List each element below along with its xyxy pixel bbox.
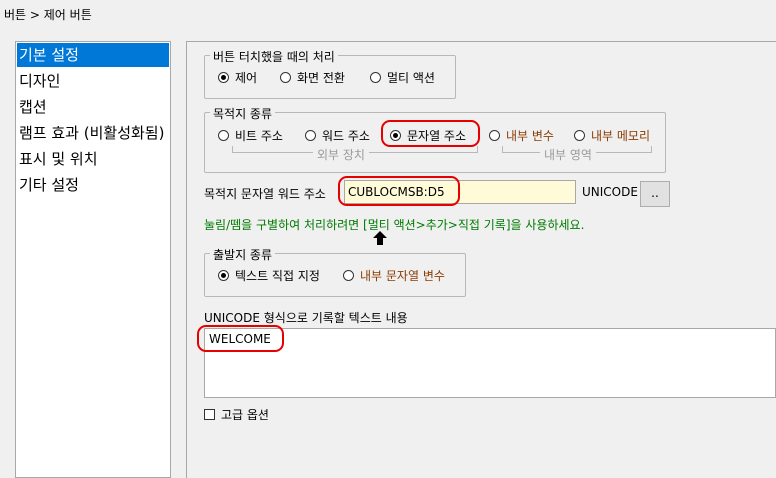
sidebar-item-lamp-effect[interactable]: 램프 효과 (비활성화됨) (17, 121, 169, 145)
touch-action-legend: 버튼 터치했을 때의 처리 (210, 48, 338, 65)
up-arrow-icon (373, 231, 387, 245)
radio-dot (218, 270, 229, 281)
sidebar: 기본 설정 디자인 캡션 램프 효과 (비활성화됨) 표시 및 위치 기타 설정 (15, 41, 171, 478)
radio-control[interactable]: 제어 (218, 69, 257, 86)
destination-type-legend: 목적지 종류 (210, 105, 276, 122)
breadcrumb: 버튼 > 제어 버튼 (4, 8, 92, 22)
browse-button[interactable]: .. (640, 181, 670, 207)
checkbox-box (204, 409, 215, 420)
radio-dot (218, 130, 229, 141)
source-type-legend: 출발지 종류 (210, 246, 276, 263)
destination-address-label: 목적지 문자열 워드 주소 (204, 187, 326, 201)
radio-dot (218, 72, 229, 83)
radio-direct-text[interactable]: 텍스트 직접 지정 (218, 267, 320, 284)
radio-multi-action[interactable]: 멀티 액션 (370, 69, 435, 86)
internal-area-label: 내부 영역 (540, 146, 596, 163)
radio-dot (305, 130, 316, 141)
hint-text: 눌림/뗌을 구별하여 처리하려면 [멀티 액션>추가>직접 기록]을 사용하세요… (204, 218, 585, 232)
encoding-label: UNICODE (582, 185, 638, 199)
title-bar: 버튼 > 제어 버튼 (0, 0, 776, 26)
text-content-textarea[interactable]: WELCOME (204, 328, 776, 398)
radio-internal-variable[interactable]: 내부 변수 (489, 127, 554, 144)
radio-word-address[interactable]: 워드 주소 (305, 127, 370, 144)
radio-internal-string-variable[interactable]: 내부 문자열 변수 (343, 267, 445, 284)
radio-dot (370, 72, 381, 83)
sidebar-item-display-position[interactable]: 표시 및 위치 (17, 147, 169, 171)
destination-address-input[interactable]: CUBLOCMSB:D5 (344, 180, 576, 204)
radio-bit-address[interactable]: 비트 주소 (218, 127, 283, 144)
text-content-label: UNICODE 형식으로 기록할 텍스트 내용 (204, 311, 408, 325)
sidebar-item-design[interactable]: 디자인 (17, 69, 169, 93)
external-device-label: 외부 장치 (313, 146, 369, 163)
radio-internal-memory[interactable]: 내부 메모리 (574, 127, 650, 144)
radio-dot (489, 130, 500, 141)
radio-dot (390, 130, 401, 141)
radio-dot (343, 270, 354, 281)
advanced-options-checkbox[interactable]: 고급 옵션 (204, 406, 269, 423)
radio-screen-change[interactable]: 화면 전환 (280, 69, 345, 86)
sidebar-item-caption[interactable]: 캡션 (17, 95, 169, 119)
radio-dot (574, 130, 585, 141)
sidebar-item-basic-settings[interactable]: 기본 설정 (17, 43, 169, 67)
radio-dot (280, 72, 291, 83)
radio-string-address[interactable]: 문자열 주소 (390, 127, 466, 144)
sidebar-item-other-settings[interactable]: 기타 설정 (17, 173, 169, 197)
